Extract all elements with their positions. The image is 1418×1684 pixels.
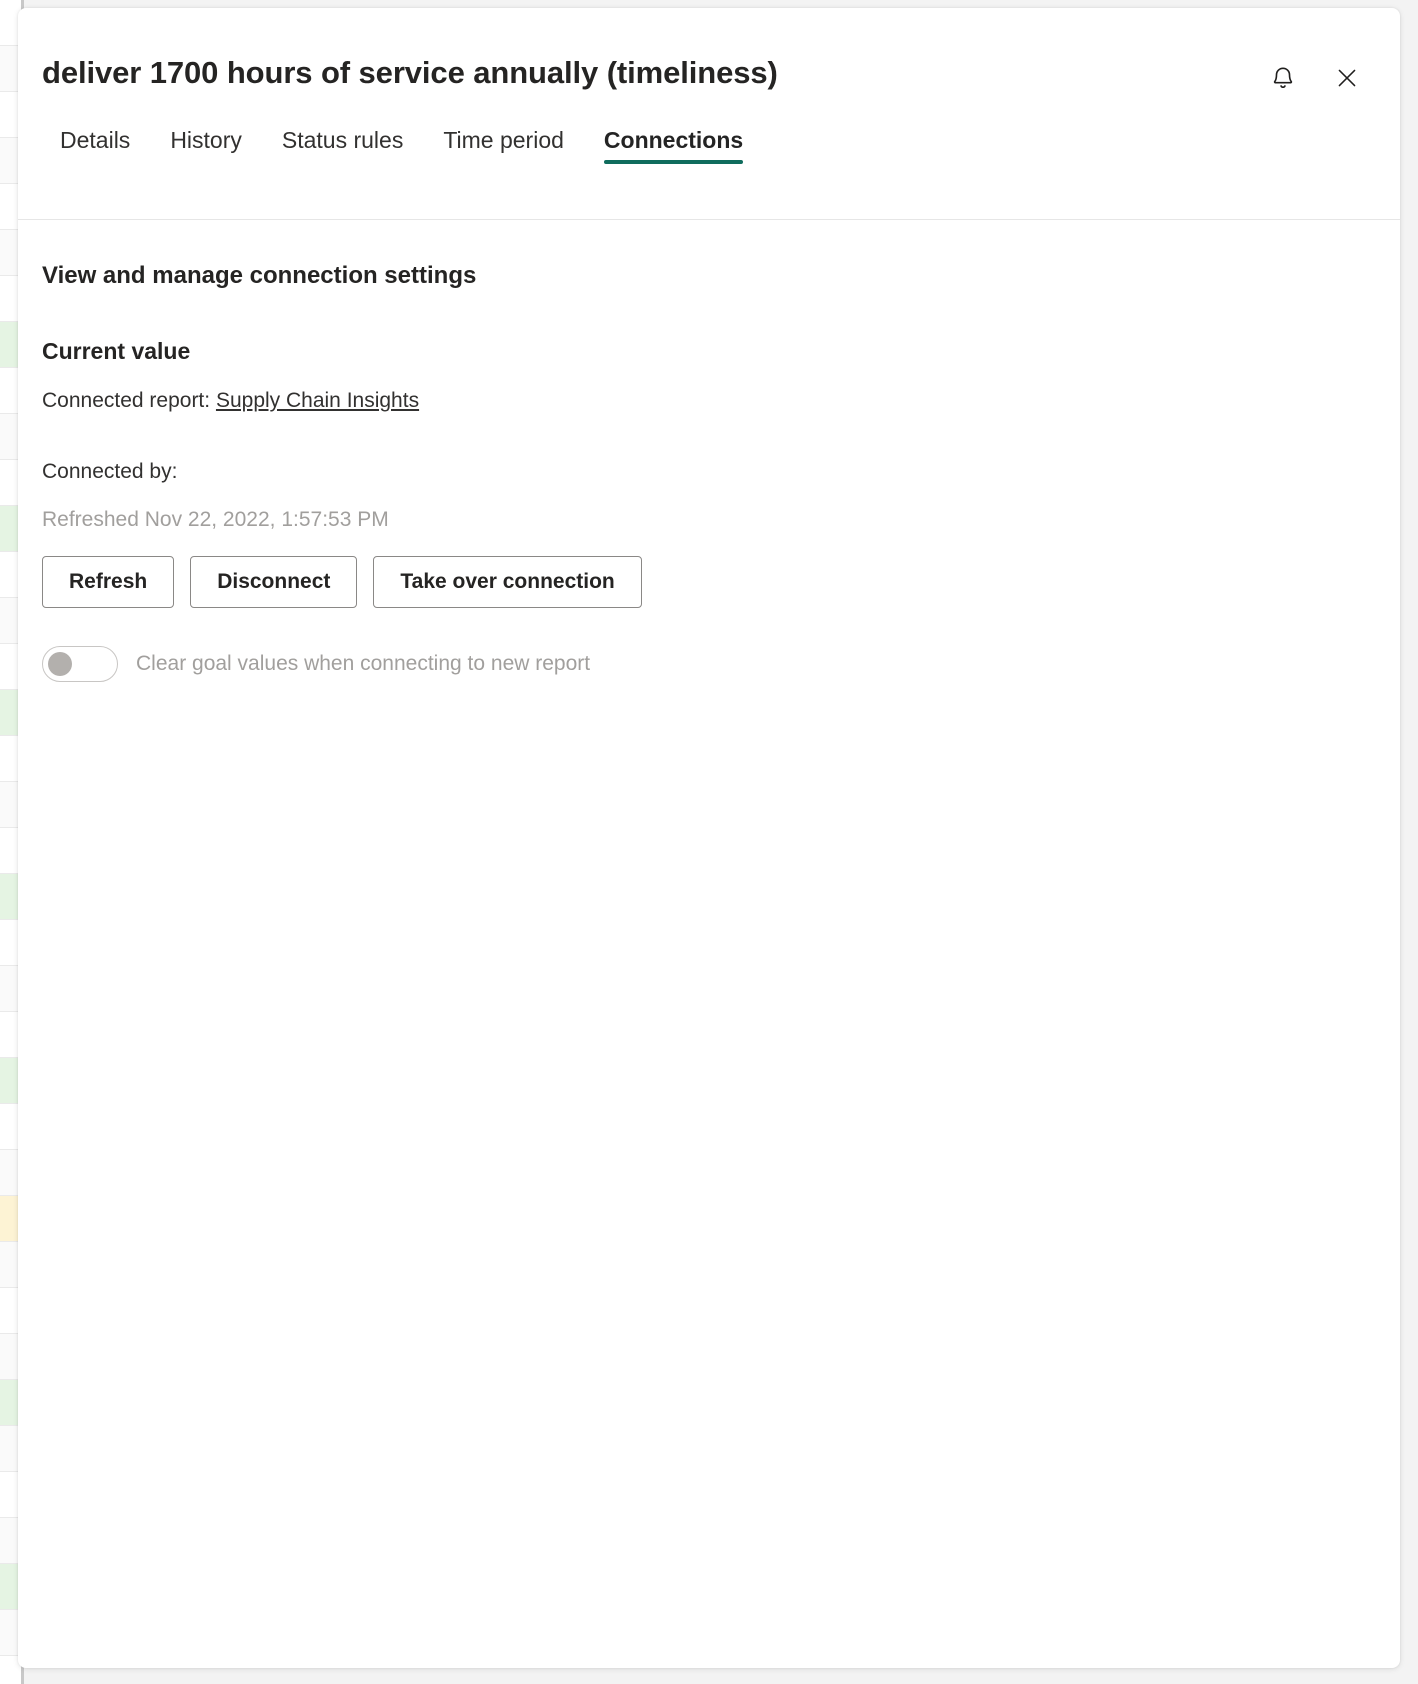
refreshed-timestamp: Refreshed Nov 22, 2022, 1:57:53 PM (42, 507, 389, 531)
tab-details[interactable]: Details (42, 121, 150, 170)
section-heading: View and manage connection settings (42, 262, 477, 289)
close-icon[interactable] (1330, 61, 1364, 95)
connected-by-label: Connected by: (42, 460, 178, 484)
clear-goal-values-toggle[interactable] (42, 645, 118, 682)
current-value-heading: Current value (42, 338, 191, 364)
clear-goal-values-row: Clear goal values when connecting to new… (42, 645, 1376, 682)
connected-report-link[interactable]: Supply Chain Insights (216, 389, 419, 412)
toggle-knob (48, 651, 72, 676)
tab-status-rules[interactable]: Status rules (262, 121, 423, 170)
take-over-connection-button[interactable]: Take over connection (373, 555, 642, 608)
connections-panel: deliver 1700 hours of service annually (… (18, 8, 1400, 1668)
refresh-button[interactable]: Refresh (42, 555, 175, 608)
tab-bar: Details History Status rules Time period Con… (18, 121, 1400, 170)
tab-connections[interactable]: Connections (584, 121, 763, 170)
clear-goal-values-label: Clear goal values when connecting to new… (136, 651, 591, 675)
panel-header: deliver 1700 hours of service annually (… (18, 8, 1400, 220)
bell-icon[interactable] (1266, 61, 1300, 95)
action-buttons: Refresh Disconnect Take over connection (42, 555, 1376, 608)
tab-time-period[interactable]: Time period (423, 121, 584, 170)
connected-report-row: Connected report: Supply Chain Insights (42, 387, 1376, 414)
title-row: deliver 1700 hours of service annually (… (18, 8, 1400, 95)
panel-body: View and manage connection settings Curr… (18, 220, 1400, 682)
header-actions (1266, 61, 1364, 95)
disconnect-button[interactable]: Disconnect (190, 555, 358, 608)
page-title: deliver 1700 hours of service annually (… (42, 55, 778, 90)
tab-history[interactable]: History (150, 121, 262, 170)
connected-report-label: Connected report: (42, 389, 211, 412)
